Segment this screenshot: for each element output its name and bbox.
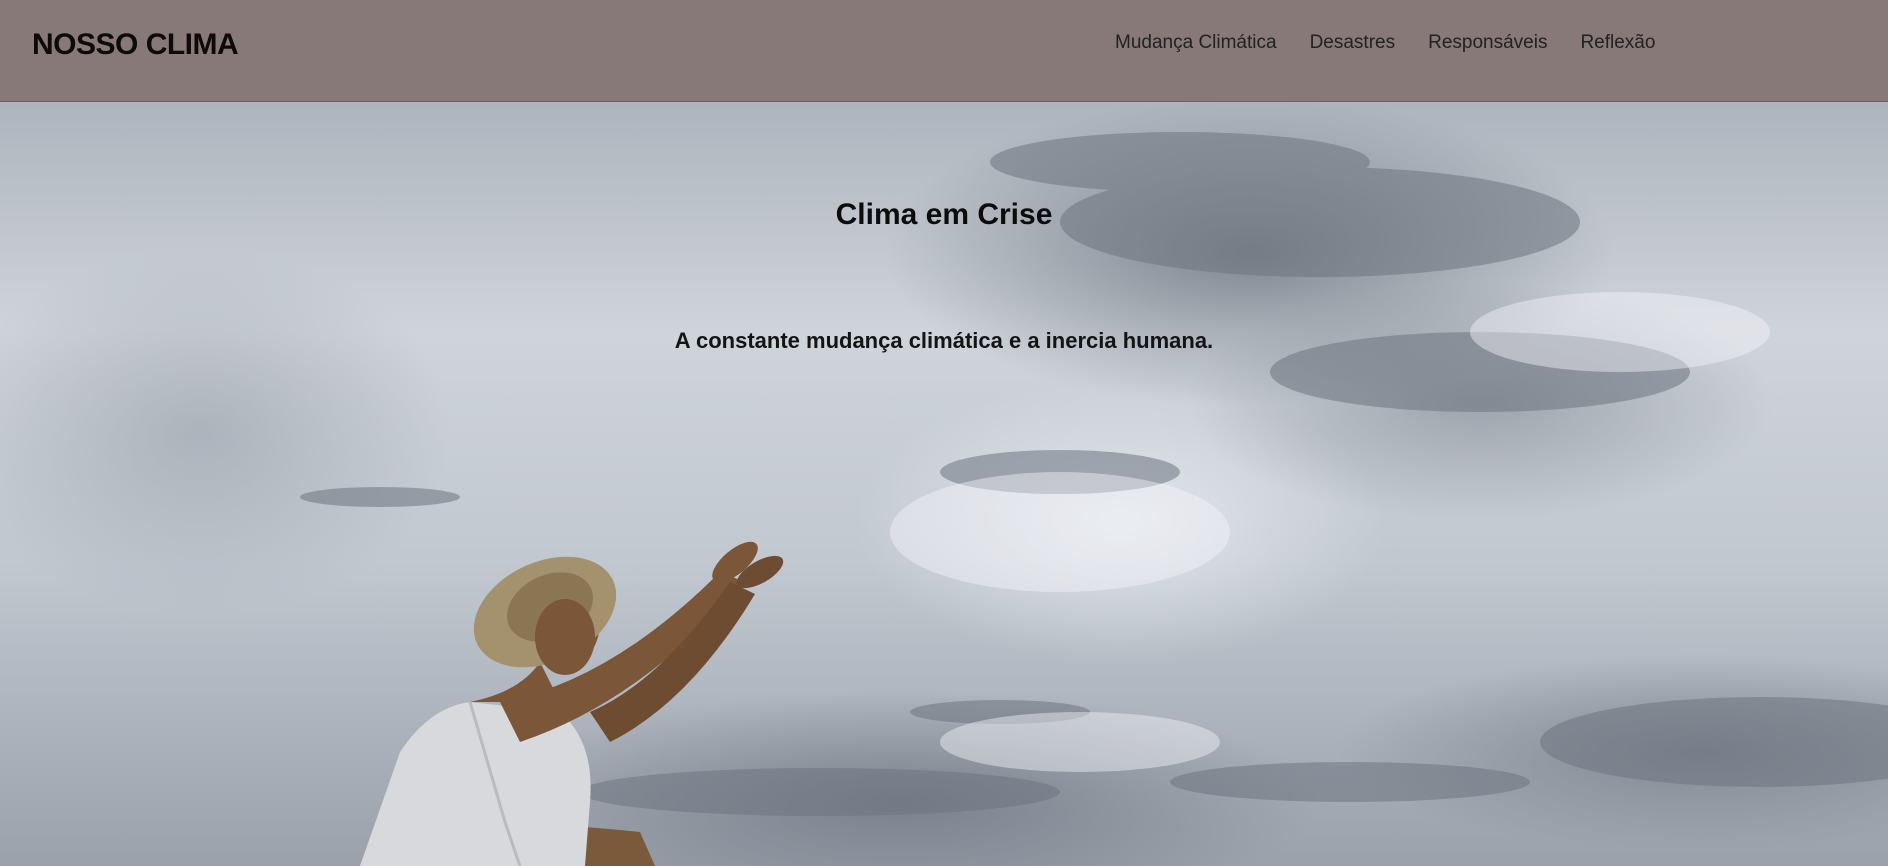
nav-item-desastres: Desastres xyxy=(1310,32,1396,54)
nav-link-reflexao[interactable]: Reflexão xyxy=(1580,32,1655,53)
hero-title: Clima em Crise xyxy=(835,198,1053,231)
nav-item-responsaveis: Responsáveis xyxy=(1428,32,1547,54)
page: NOSSO CLIMA Mudança Climática Desastres … xyxy=(0,0,1888,866)
hero-section: Clima em Crise A constante mudança climá… xyxy=(0,102,1888,866)
site-header: NOSSO CLIMA Mudança Climática Desastres … xyxy=(0,0,1888,102)
site-logo[interactable]: NOSSO CLIMA xyxy=(32,28,239,62)
hero-subtitle: A constante mudança climática e a inerci… xyxy=(674,328,1214,353)
nav-link-mudanca-climatica[interactable]: Mudança Climática xyxy=(1115,32,1277,53)
nav-link-desastres[interactable]: Desastres xyxy=(1310,32,1396,53)
nav-item-reflexao: Reflexão xyxy=(1580,32,1655,54)
nav-link-responsaveis[interactable]: Responsáveis xyxy=(1428,32,1547,53)
woman-figure xyxy=(360,541,784,866)
main-nav: Mudança Climática Desastres Responsáveis… xyxy=(1115,32,1688,54)
nav-item-mudanca-climatica: Mudança Climática xyxy=(1115,32,1277,54)
